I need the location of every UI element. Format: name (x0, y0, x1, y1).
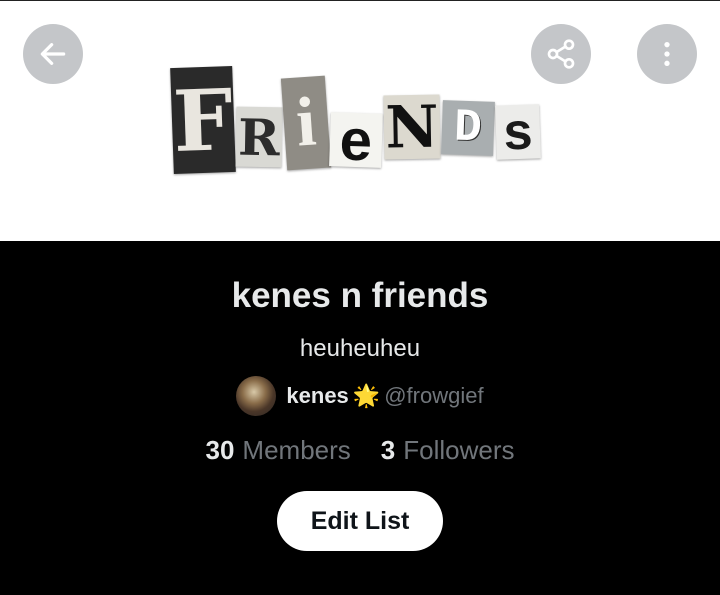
banner-letter: R (235, 106, 283, 168)
more-vertical-icon (664, 42, 670, 66)
list-stats: 30 Members 3 Followers (0, 435, 720, 466)
members-link[interactable]: 30 Members (206, 435, 351, 466)
followers-label: Followers (403, 435, 515, 465)
banner-letter: e (329, 107, 383, 173)
banner-letter: i (280, 75, 332, 171)
members-count: 30 (205, 435, 235, 465)
more-options-button[interactable] (637, 24, 697, 84)
owner-name[interactable]: kenes (286, 383, 348, 409)
banner-letter: N (383, 92, 441, 162)
owner-handle[interactable]: @frowgief (384, 383, 483, 409)
back-button[interactable] (23, 24, 83, 84)
arrow-left-icon (40, 43, 66, 65)
list-owner[interactable]: kenes 🌟 @frowgief (0, 376, 720, 416)
followers-count: 3 (380, 435, 396, 465)
members-label: Members (242, 435, 351, 465)
star-badge-icon: 🌟 (352, 383, 381, 408)
avatar[interactable] (236, 376, 277, 416)
edit-list-button[interactable]: Edit List (277, 491, 443, 551)
share-icon (547, 39, 575, 69)
banner-image-friends: F R i e N D s (166, 61, 546, 181)
banner-letter: s (495, 103, 541, 161)
list-title: kenes n friends (231, 276, 489, 315)
list-banner: F R i e N D s (0, 0, 720, 241)
banner-letter: F (170, 65, 236, 175)
banner-letter: D (441, 100, 495, 156)
followers-link[interactable]: 3 Followers (381, 435, 515, 466)
list-description: heuheuheu (299, 335, 421, 362)
